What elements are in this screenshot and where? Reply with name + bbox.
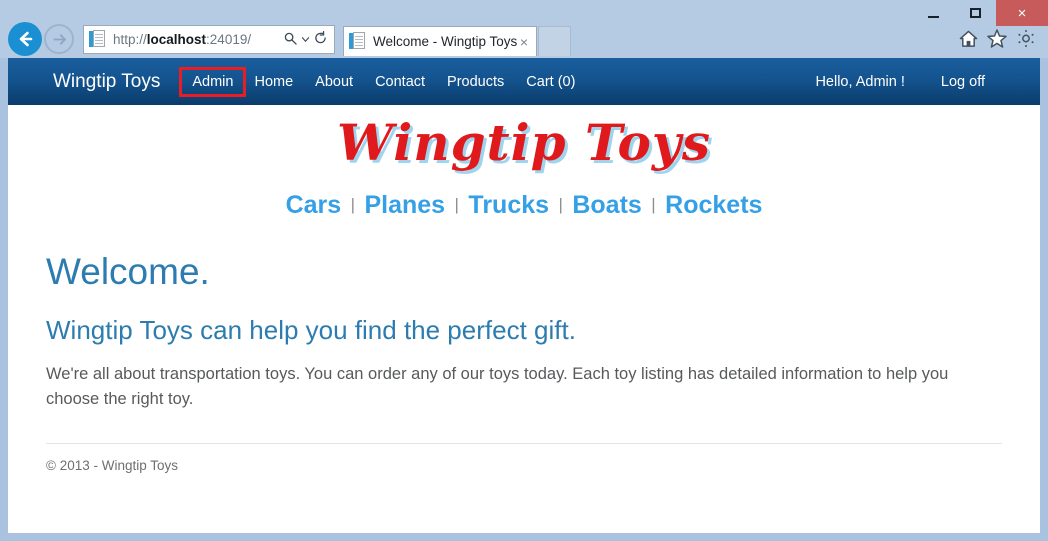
forward-button[interactable] <box>44 24 74 54</box>
maximize-icon <box>969 8 981 18</box>
home-icon[interactable] <box>959 30 978 52</box>
page-title: Welcome. <box>46 251 210 292</box>
browser-toolbar-icons <box>959 29 1036 52</box>
footer-divider <box>46 442 1002 444</box>
logo-container: Wingtip Toys <box>46 105 1002 185</box>
browser-window: × http://localhost:24019/ Welcome - Wing… <box>0 0 1048 541</box>
favorites-star-icon[interactable] <box>987 29 1007 52</box>
minimize-icon <box>927 16 939 18</box>
refresh-icon[interactable] <box>314 30 327 48</box>
chevron-down-icon[interactable] <box>301 36 310 44</box>
page-footer: © 2013 - Wingtip Toys <box>46 457 179 473</box>
browser-tab[interactable]: Welcome - Wingtip Toys × <box>343 26 537 56</box>
address-text[interactable]: http://localhost:24019/ <box>113 32 284 47</box>
nav-item-about[interactable]: About <box>304 70 364 94</box>
forward-arrow-icon <box>52 33 66 45</box>
search-icon[interactable] <box>284 32 297 48</box>
tab-page-icon <box>349 32 366 51</box>
page-document-icon <box>89 30 106 49</box>
address-path: :24019/ <box>206 32 252 47</box>
category-links: Cars | Planes | Trucks | Boats | Rockets <box>46 191 1002 220</box>
window-controls: × <box>912 0 1048 26</box>
category-link-trucks[interactable]: Trucks <box>468 191 549 219</box>
nav-item-admin[interactable]: Admin <box>179 66 247 97</box>
nav-item-products[interactable]: Products <box>436 70 515 94</box>
maximize-button[interactable] <box>954 0 996 26</box>
back-arrow-icon <box>19 31 33 47</box>
new-tab-button[interactable] <box>538 26 571 56</box>
category-separator: | <box>454 195 459 214</box>
category-separator: | <box>558 195 563 214</box>
site-brand[interactable]: Wingtip Toys <box>53 71 160 93</box>
navbar-left-group: Wingtip Toys Admin Home About Contact Pr… <box>53 66 586 97</box>
web-page-viewport: Wingtip Toys Admin Home About Contact Pr… <box>8 58 1040 533</box>
nav-item-cart[interactable]: Cart (0) <box>515 70 586 94</box>
logoff-link[interactable]: Log off <box>941 70 985 94</box>
address-bar-icons <box>284 30 327 48</box>
tab-close-icon[interactable]: × <box>520 35 528 49</box>
browser-chrome-bar: × http://localhost:24019/ Welcome - Wing… <box>0 0 1048 58</box>
address-scheme: http:// <box>113 32 147 47</box>
page-content: Wingtip Toys Cars | Planes | Trucks | Bo… <box>8 105 1040 473</box>
site-navbar: Wingtip Toys Admin Home About Contact Pr… <box>8 58 1040 105</box>
category-link-boats[interactable]: Boats <box>572 191 641 219</box>
nav-item-home[interactable]: Home <box>243 70 304 94</box>
address-bar[interactable]: http://localhost:24019/ <box>83 25 335 54</box>
close-icon: × <box>1017 4 1027 22</box>
category-separator: | <box>350 195 356 214</box>
address-host: localhost <box>146 32 207 47</box>
category-link-planes[interactable]: Planes <box>364 191 445 219</box>
navigation-arrows <box>8 22 74 56</box>
page-subtitle: Wingtip Toys can help you find the perfe… <box>46 314 576 345</box>
close-button[interactable]: × <box>996 0 1048 26</box>
user-greeting: Hello, Admin ! <box>815 73 905 90</box>
category-link-rockets[interactable]: Rockets <box>665 191 762 219</box>
minimize-button[interactable] <box>912 0 954 26</box>
nav-item-contact[interactable]: Contact <box>364 70 436 94</box>
navbar-right-group: Hello, Admin ! Log off <box>815 70 985 94</box>
category-link-cars[interactable]: Cars <box>286 191 342 219</box>
wingtip-toys-logo: Wingtip Toys <box>336 113 712 172</box>
page-body-text: We're all about transportation toys. You… <box>46 364 949 409</box>
tab-title: Welcome - Wingtip Toys <box>373 34 518 49</box>
settings-gear-icon[interactable] <box>1016 29 1036 52</box>
back-button[interactable] <box>8 22 42 56</box>
category-separator: | <box>651 195 656 214</box>
